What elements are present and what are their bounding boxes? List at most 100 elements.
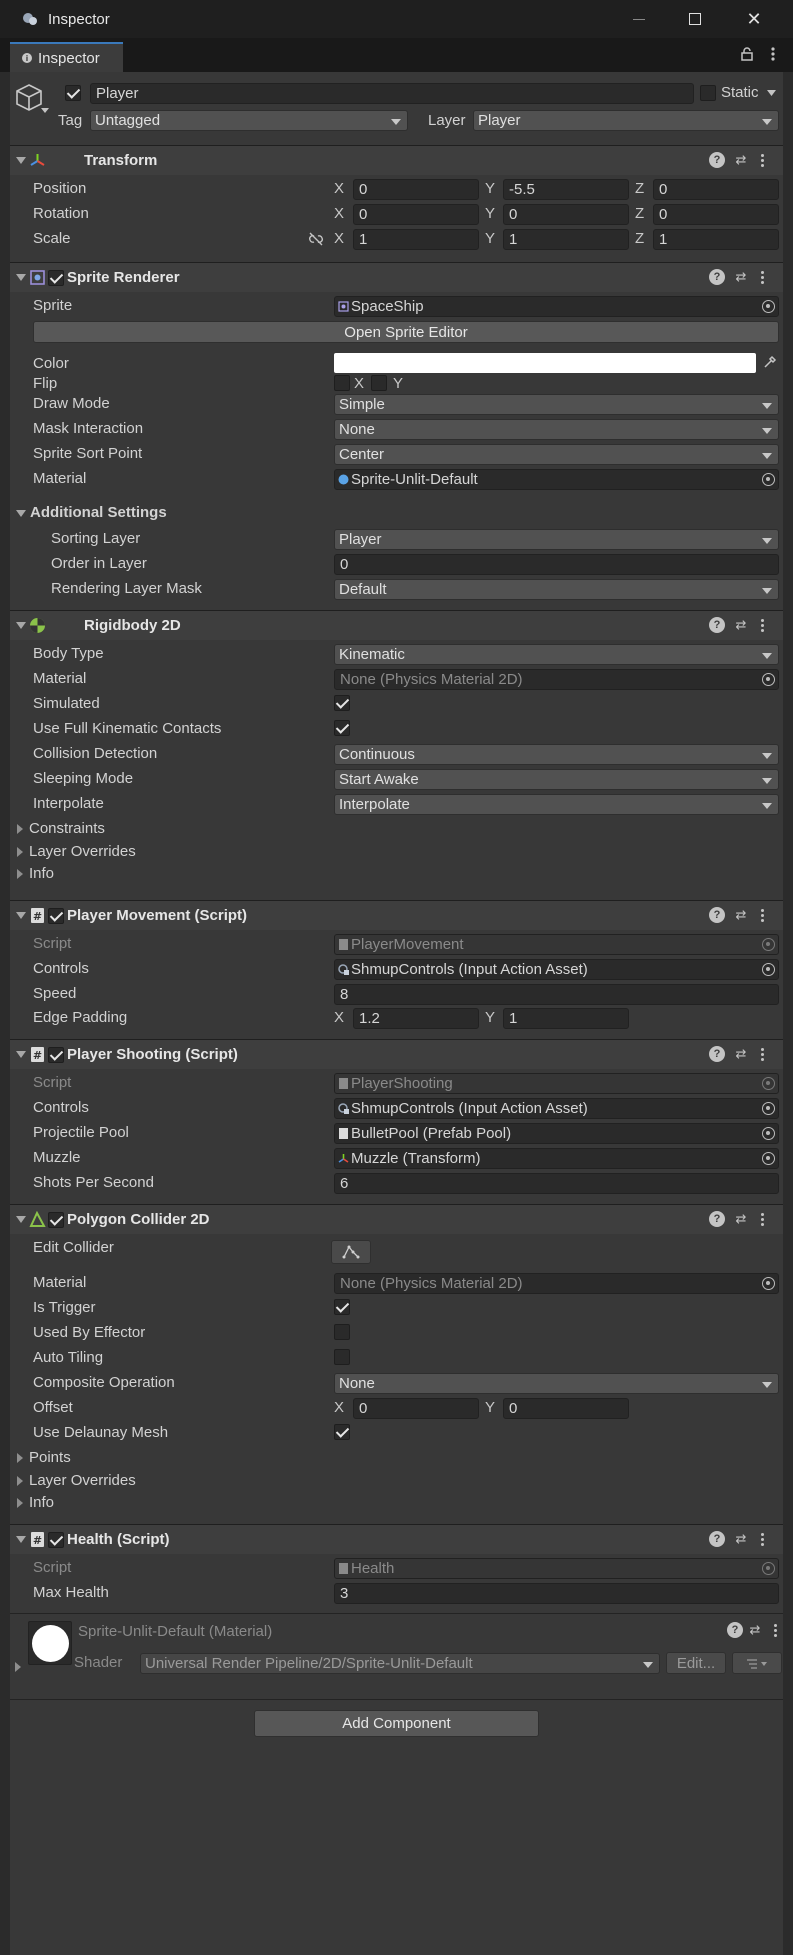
polygon-collider-header[interactable]: Polygon Collider 2D ? ⇄ bbox=[10, 1204, 783, 1234]
collision-detection-dropdown[interactable]: Continuous bbox=[334, 744, 779, 765]
foldout-arrow-icon[interactable] bbox=[16, 274, 26, 281]
maximize-button[interactable] bbox=[666, 0, 724, 38]
composite-operation-dropdown[interactable]: None bbox=[334, 1373, 779, 1394]
object-picker-icon[interactable] bbox=[762, 1127, 775, 1140]
rigidbody-header[interactable]: Rigidbody 2D ? ⇄ bbox=[10, 610, 783, 640]
rotation-x-field[interactable]: 0 bbox=[353, 204, 479, 225]
presets-icon[interactable]: ⇄ bbox=[733, 617, 749, 633]
offset-x-field[interactable]: 0 bbox=[353, 1398, 479, 1419]
full-kinematic-checkbox[interactable] bbox=[334, 720, 350, 736]
foldout-arrow-icon[interactable] bbox=[16, 912, 26, 919]
shots-per-second-field[interactable]: 6 bbox=[334, 1173, 779, 1194]
sorting-layer-dropdown[interactable]: Player bbox=[334, 529, 779, 550]
pc-info-foldout[interactable]: Info bbox=[15, 1494, 54, 1511]
color-field[interactable] bbox=[334, 353, 756, 373]
additional-settings-foldout[interactable]: Additional Settings bbox=[16, 504, 167, 521]
component-menu-icon[interactable] bbox=[760, 1211, 766, 1227]
help-icon[interactable]: ? bbox=[727, 1622, 743, 1638]
foldout-arrow-icon[interactable] bbox=[16, 157, 26, 164]
help-icon[interactable]: ? bbox=[709, 907, 725, 923]
object-picker-icon[interactable] bbox=[762, 1277, 775, 1290]
rotation-z-field[interactable]: 0 bbox=[653, 204, 779, 225]
simulated-checkbox[interactable] bbox=[334, 695, 350, 711]
rb-layer-overrides-foldout[interactable]: Layer Overrides bbox=[15, 843, 136, 860]
projectile-pool-object-field[interactable]: BulletPool (Prefab Pool) bbox=[334, 1123, 779, 1144]
transform-header[interactable]: Transform ? ⇄ bbox=[10, 145, 783, 175]
rotation-y-field[interactable]: 0 bbox=[503, 204, 629, 225]
pc-layer-overrides-foldout[interactable]: Layer Overrides bbox=[15, 1472, 136, 1489]
constrain-proportions-icon[interactable] bbox=[308, 232, 324, 246]
material-menu-icon[interactable] bbox=[773, 1622, 779, 1638]
sprite-renderer-header[interactable]: Sprite Renderer ? ⇄ bbox=[10, 262, 783, 292]
max-health-field[interactable]: 3 bbox=[334, 1583, 779, 1604]
edge-padding-y-field[interactable]: 1 bbox=[503, 1008, 629, 1029]
help-icon[interactable]: ? bbox=[709, 617, 725, 633]
material-foldout-arrow-icon[interactable] bbox=[15, 1662, 21, 1672]
layer-dropdown[interactable]: Player bbox=[473, 110, 779, 131]
rb-info-foldout[interactable]: Info bbox=[15, 865, 54, 882]
gameobject-name-field[interactable]: Player bbox=[90, 83, 694, 104]
material-object-field[interactable]: Sprite-Unlit-Default bbox=[334, 469, 779, 490]
lock-button[interactable] bbox=[741, 47, 753, 65]
muzzle-object-field[interactable]: Muzzle (Transform) bbox=[334, 1148, 779, 1169]
component-menu-icon[interactable] bbox=[760, 269, 766, 285]
shader-dropdown[interactable]: Universal Render Pipeline/2D/Sprite-Unli… bbox=[140, 1653, 660, 1674]
edit-collider-button[interactable] bbox=[331, 1240, 371, 1264]
help-icon[interactable]: ? bbox=[709, 1046, 725, 1062]
player-shooting-enabled-checkbox[interactable] bbox=[48, 1047, 64, 1063]
order-in-layer-field[interactable]: 0 bbox=[334, 554, 779, 575]
tag-dropdown[interactable]: Untagged bbox=[90, 110, 408, 131]
flip-y-checkbox[interactable] bbox=[371, 375, 387, 391]
tab-menu-button[interactable] bbox=[770, 45, 776, 67]
interpolate-dropdown[interactable]: Interpolate bbox=[334, 794, 779, 815]
open-sprite-editor-button[interactable]: Open Sprite Editor bbox=[33, 321, 779, 343]
rendering-layer-mask-dropdown[interactable]: Default bbox=[334, 579, 779, 600]
presets-icon[interactable]: ⇄ bbox=[747, 1622, 763, 1638]
component-menu-icon[interactable] bbox=[760, 1046, 766, 1062]
object-picker-icon[interactable] bbox=[762, 1102, 775, 1115]
sleeping-mode-dropdown[interactable]: Start Awake bbox=[334, 769, 779, 790]
draw-mode-dropdown[interactable]: Simple bbox=[334, 394, 779, 415]
object-picker-icon[interactable] bbox=[762, 963, 775, 976]
object-picker-icon[interactable] bbox=[762, 473, 775, 486]
static-dropdown-icon[interactable] bbox=[767, 90, 776, 96]
sprite-object-field[interactable]: SpaceShip bbox=[334, 296, 779, 317]
player-shooting-header[interactable]: # Player Shooting (Script) ? ⇄ bbox=[10, 1039, 783, 1069]
help-icon[interactable]: ? bbox=[709, 1531, 725, 1547]
body-type-dropdown[interactable]: Kinematic bbox=[334, 644, 779, 665]
sprite-renderer-enabled-checkbox[interactable] bbox=[48, 270, 64, 286]
presets-icon[interactable]: ⇄ bbox=[733, 1211, 749, 1227]
tab-inspector[interactable]: i Inspector bbox=[10, 42, 123, 72]
static-checkbox[interactable] bbox=[700, 85, 716, 101]
offset-y-field[interactable]: 0 bbox=[503, 1398, 629, 1419]
scale-z-field[interactable]: 1 bbox=[653, 229, 779, 250]
auto-tiling-checkbox[interactable] bbox=[334, 1349, 350, 1365]
position-z-field[interactable]: 0 bbox=[653, 179, 779, 200]
component-menu-icon[interactable] bbox=[760, 1531, 766, 1547]
rb-material-object-field[interactable]: None (Physics Material 2D) bbox=[334, 669, 779, 690]
eyedropper-icon[interactable] bbox=[763, 355, 777, 369]
presets-icon[interactable]: ⇄ bbox=[733, 907, 749, 923]
object-picker-icon[interactable] bbox=[762, 300, 775, 313]
presets-icon[interactable]: ⇄ bbox=[733, 152, 749, 168]
component-menu-icon[interactable] bbox=[760, 907, 766, 923]
add-component-button[interactable]: Add Component bbox=[254, 1710, 539, 1737]
object-picker-icon[interactable] bbox=[762, 673, 775, 686]
edit-shader-button[interactable]: Edit... bbox=[666, 1652, 726, 1674]
foldout-arrow-icon[interactable] bbox=[16, 1536, 26, 1543]
foldout-arrow-icon[interactable] bbox=[16, 1216, 26, 1223]
is-trigger-checkbox[interactable] bbox=[334, 1299, 350, 1315]
mask-interaction-dropdown[interactable]: None bbox=[334, 419, 779, 440]
component-menu-icon[interactable] bbox=[760, 617, 766, 633]
use-delaunay-mesh-checkbox[interactable] bbox=[334, 1424, 350, 1440]
sprite-sort-point-dropdown[interactable]: Center bbox=[334, 444, 779, 465]
object-picker-icon[interactable] bbox=[762, 1152, 775, 1165]
help-icon[interactable]: ? bbox=[709, 269, 725, 285]
ps-controls-object-field[interactable]: ShmupControls (Input Action Asset) bbox=[334, 1098, 779, 1119]
help-icon[interactable]: ? bbox=[709, 1211, 725, 1227]
presets-icon[interactable]: ⇄ bbox=[733, 269, 749, 285]
scale-x-field[interactable]: 1 bbox=[353, 229, 479, 250]
speed-field[interactable]: 8 bbox=[334, 984, 779, 1005]
player-movement-enabled-checkbox[interactable] bbox=[48, 908, 64, 924]
polygon-collider-enabled-checkbox[interactable] bbox=[48, 1212, 64, 1228]
